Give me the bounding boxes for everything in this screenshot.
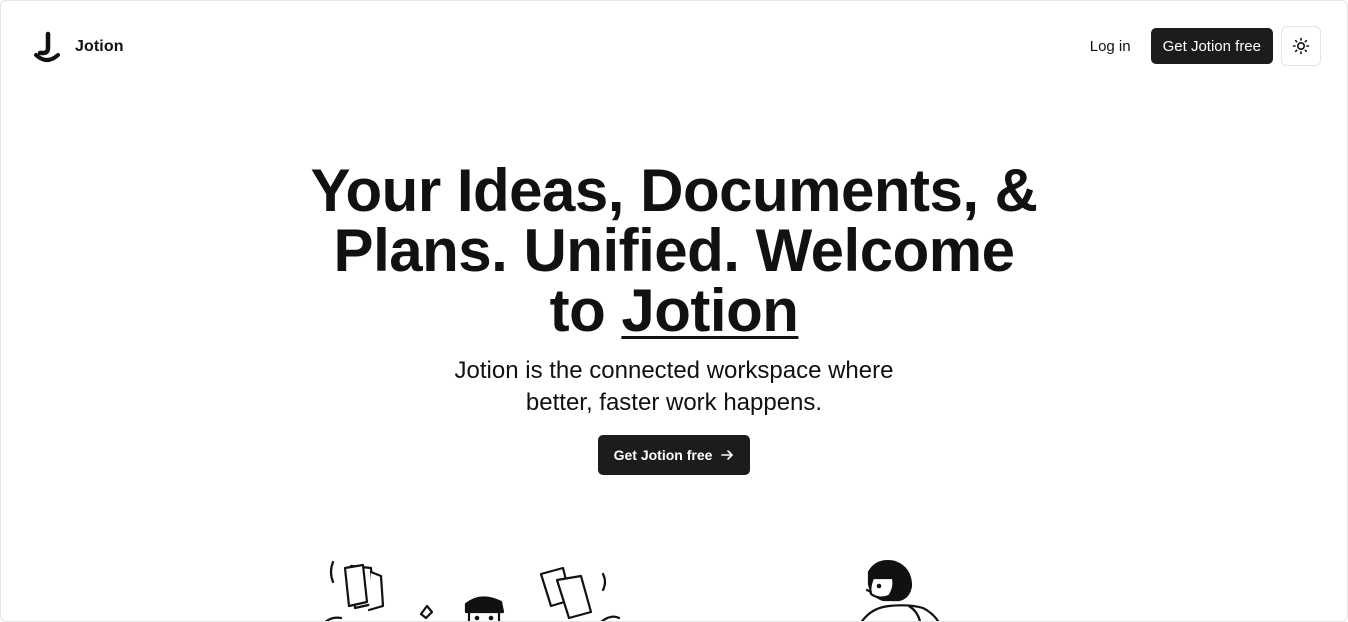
get-jotion-free-nav-button[interactable]: Get Jotion free <box>1150 28 1273 64</box>
sun-icon <box>1292 37 1310 55</box>
hero-title-line3-prefix: to <box>549 277 606 344</box>
jotion-logo-icon <box>34 31 60 62</box>
hero-title-line1: Your Ideas, Documents, & <box>310 157 1038 224</box>
brand-home-link[interactable]: Jotion <box>33 31 124 63</box>
hero-title-line2: Plans. Unified. Welcome <box>333 217 1015 284</box>
hero-cta-label: Get Jotion free <box>613 447 713 463</box>
reading-illustration <box>860 560 940 621</box>
hero-title: Your Ideas, Documents, & Plans. Unified.… <box>264 161 1084 341</box>
brand-name: Jotion <box>75 38 124 55</box>
hero-title-brand: Jotion <box>621 277 799 344</box>
theme-toggle-button[interactable] <box>1281 26 1321 66</box>
hero-subtitle: Jotion is the connected workspace where … <box>414 355 934 419</box>
navbar: Jotion Log in Get Jotion free <box>1 1 1347 91</box>
documents-illustration <box>324 560 621 621</box>
nav-actions: Log in Get Jotion free <box>1076 26 1321 66</box>
landing-page: Jotion Log in Get Jotion free Your Ideas… <box>0 0 1348 622</box>
hero-section: Your Ideas, Documents, & Plans. Unified.… <box>1 161 1347 475</box>
login-button[interactable]: Log in <box>1076 30 1145 63</box>
get-jotion-free-hero-button[interactable]: Get Jotion free <box>597 435 751 475</box>
arrow-right-icon <box>721 450 734 460</box>
hero-subtitle-line1: Jotion is the connected workspace where <box>454 357 894 384</box>
hero-subtitle-line2: better, faster work happens. <box>525 389 823 416</box>
